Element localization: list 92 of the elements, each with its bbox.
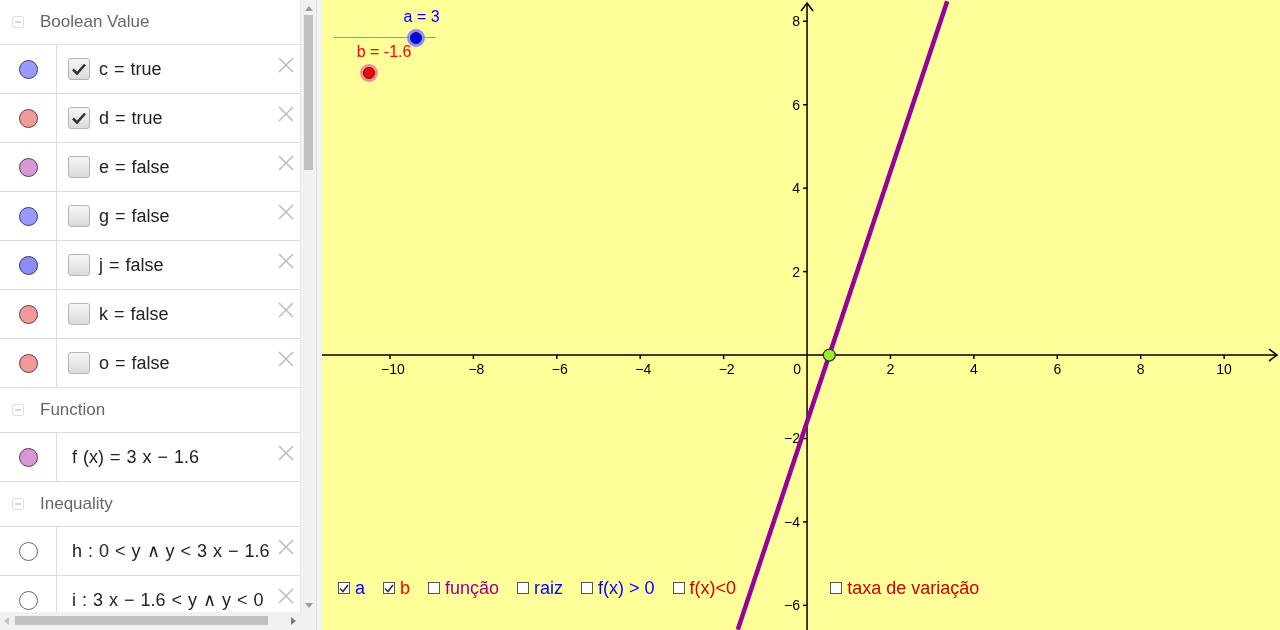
up-arrow-icon[interactable] [305,6,313,11]
checkbox[interactable] [581,582,594,594]
scrollbar-thumb[interactable] [15,616,268,625]
delete-icon[interactable] [278,302,294,318]
tick-label: −2 [784,430,801,447]
checkbox-label[interactable]: f(x)<0 [689,578,737,598]
tick-label: −6 [784,597,801,614]
tick-label: 6 [792,96,801,113]
section-title: Inequality [40,494,113,514]
tick-label: 8 [1136,361,1145,378]
tick-label: 4 [970,361,978,378]
checkbox[interactable] [68,205,90,227]
checkbox-label[interactable]: a [355,578,365,598]
collapse-icon[interactable] [12,498,24,510]
color-dot-icon[interactable] [18,157,38,177]
color-dot-icon[interactable] [18,108,38,128]
expression-text[interactable]: g = false [99,205,170,227]
delete-icon[interactable] [278,351,294,367]
scrollbar-thumb[interactable] [304,15,313,170]
color-dot-icon[interactable] [18,206,38,226]
checkbox[interactable] [68,58,90,80]
tick-label: −2 [718,361,735,378]
tick-label: 8 [792,13,801,30]
color-dot-icon[interactable] [18,447,38,467]
checkbox-label[interactable]: b [400,578,411,598]
origin-label: 0 [793,361,802,378]
checkbox[interactable] [68,254,90,276]
color-dot-icon[interactable] [18,353,38,373]
delete-icon[interactable] [278,539,294,555]
color-dot-icon[interactable] [18,304,38,324]
color-dot-icon[interactable] [18,541,38,561]
expression-text[interactable]: k = false [99,303,169,325]
tick-label: 2 [886,361,895,378]
checkbox[interactable] [68,303,90,325]
tick-label: −6 [551,361,568,378]
expression-text[interactable]: o = false [99,352,170,374]
checkbox-label[interactable]: f(x) > 0 [598,578,655,598]
check-icon [339,583,349,593]
tick-label: −10 [381,361,405,378]
tick-label: −4 [784,513,801,530]
left-arrow-icon[interactable] [4,617,9,625]
expression-text[interactable]: e = false [99,156,170,178]
expression-text[interactable]: f (x) = 3 x − 1.6 [72,446,200,468]
expression-text[interactable]: j = false [99,254,164,276]
color-dot-icon[interactable] [18,255,38,275]
checkbox[interactable] [68,107,90,129]
tick-label: 4 [792,180,801,197]
checkbox[interactable] [830,582,843,594]
check-icon [72,112,86,124]
slider-thumb[interactable] [362,67,375,79]
slider-thumb[interactable] [409,32,422,44]
checkbox-label[interactable]: função [445,578,500,598]
checkbox[interactable] [68,156,90,178]
vertical-scrollbar[interactable] [300,0,316,612]
slider-label: b = -1.6 [356,43,412,61]
delete-icon[interactable] [278,445,294,461]
root-point [822,348,836,362]
delete-icon[interactable] [278,253,294,269]
collapse-icon[interactable] [12,16,24,28]
checkbox[interactable] [338,582,350,594]
checkbox[interactable] [428,582,441,594]
tick-label: −8 [468,361,485,378]
horizontal-scrollbar[interactable] [0,612,300,630]
expression-text[interactable]: i : 3 x − 1.6 < y ∧ y < 0 [72,589,264,611]
tick-label: −4 [635,361,652,378]
checkbox[interactable] [517,582,530,594]
check-icon [384,583,394,593]
expression-text[interactable]: h : 0 < y ∧ y < 3 x − 1.6 [72,540,270,562]
check-icon [72,63,86,75]
color-dot-icon[interactable] [18,590,38,610]
color-dot-icon[interactable] [18,59,38,79]
checkbox[interactable] [383,582,395,594]
slider-label: a = 3 [403,8,440,26]
tick-label: 10 [1216,361,1232,378]
checkbox[interactable] [68,352,90,374]
delete-icon[interactable] [278,155,294,171]
delete-icon[interactable] [278,588,294,604]
expression-text[interactable]: c = true [99,58,162,80]
checkbox-label[interactable]: taxa de variação [847,578,980,598]
right-arrow-icon[interactable] [291,617,296,625]
section-title: Boolean Value [40,12,150,32]
section-title: Function [40,400,106,420]
checkbox-label[interactable]: raiz [534,578,564,598]
expression-text[interactable]: d = true [99,107,163,129]
delete-icon[interactable] [278,106,294,122]
delete-icon[interactable] [278,204,294,220]
collapse-icon[interactable] [12,404,24,416]
tick-label: 6 [1053,361,1062,378]
checkbox[interactable] [672,582,685,594]
tick-label: 2 [792,263,801,280]
down-arrow-icon[interactable] [305,603,313,608]
delete-icon[interactable] [278,57,294,73]
